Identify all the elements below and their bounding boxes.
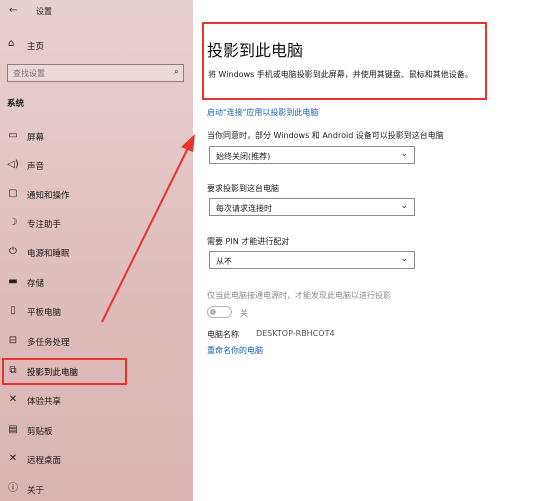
q3-dropdown[interactable]: 从不 ⌄ <box>209 251 415 269</box>
remote-icon: ✕ <box>8 453 18 464</box>
q1-value: 始终关闭(推荐) <box>216 152 271 161</box>
chevron-down-icon: ⌄ <box>400 149 408 159</box>
power-icon: ⏻ <box>9 246 17 257</box>
q1-label: 当你同意时，部分 Windows 和 Android 设备可以投影到这台电脑 <box>207 131 444 140</box>
sidebar-item-label: 屏幕 <box>27 133 45 143</box>
q2-label: 要求投影到这台电脑 <box>207 184 279 193</box>
sidebar-item-label: 存储 <box>27 279 45 289</box>
sidebar-item-power[interactable]: ⏻ 电源和睡眠 <box>0 241 193 265</box>
sidebar-item-sound[interactable]: ◁) 声音 <box>0 154 193 178</box>
search-box[interactable]: ⌕ <box>7 64 184 82</box>
sidebar-item-label: 关于 <box>27 486 45 496</box>
sidebar-item-label: 远程桌面 <box>27 456 62 466</box>
home-icon: ⌂ <box>8 38 15 49</box>
sidebar-item-display[interactable]: ▭ 屏幕 <box>0 125 193 149</box>
page-description: 将 Windows 手机或电脑投影到此屏幕，并使用其键盘、鼠标和其他设备。 <box>208 70 473 79</box>
sidebar: ← 设置 ⌂ 主页 ⌕ 系统 ▭ 屏幕 ◁) 声音 ▢ 通知和操作 ☽ 专注助手… <box>0 0 193 501</box>
app-title: 设置 <box>36 7 52 16</box>
chevron-down-icon: ⌄ <box>400 254 408 264</box>
pc-name-label: 电脑名称 <box>207 330 239 339</box>
main-content: 投影到此电脑 将 Windows 手机或电脑投影到此屏幕，并使用其键盘、鼠标和其… <box>193 0 554 501</box>
connect-app-link[interactable]: 启动"连接"应用以投影到此电脑 <box>207 107 318 118</box>
page-title: 投影到此电脑 <box>207 41 304 60</box>
notification-icon: ▢ <box>8 188 18 199</box>
q2-value: 每次请求连接时 <box>216 204 272 213</box>
q2-dropdown[interactable]: 每次请求连接时 ⌄ <box>209 198 415 216</box>
sidebar-item-about[interactable]: ⓘ 关于 <box>0 478 193 501</box>
home-label: 主页 <box>27 42 45 52</box>
q3-value: 从不 <box>216 257 232 266</box>
chevron-down-icon: ⌄ <box>400 201 408 211</box>
pc-name-value: DESKTOP-RBHCOT4 <box>256 329 335 338</box>
sidebar-item-clipboard[interactable]: ▤ 剪贴板 <box>0 419 193 443</box>
speaker-icon: ◁) <box>7 159 19 170</box>
monitor-icon: ▭ <box>8 130 18 141</box>
rename-pc-link[interactable]: 重命名你的电脑 <box>207 345 263 356</box>
sidebar-item-label: 电源和睡眠 <box>27 249 70 259</box>
power-requirement-label: 仅当此电脑接通电源时，才能发现此电脑以进行投影 <box>207 291 391 300</box>
section-heading: 系统 <box>7 99 25 109</box>
sidebar-item-focus-assist[interactable]: ☽ 专注助手 <box>0 212 193 236</box>
sidebar-item-label: 多任务处理 <box>27 338 70 348</box>
sidebar-item-label: 剪贴板 <box>27 427 53 437</box>
clipboard-icon: ▤ <box>8 424 18 435</box>
sidebar-item-notifications[interactable]: ▢ 通知和操作 <box>0 183 193 207</box>
sidebar-item-storage[interactable]: ▬ 存储 <box>0 271 193 295</box>
sidebar-item-label: 声音 <box>27 162 45 172</box>
multitask-icon: ⊟ <box>8 335 18 346</box>
q1-dropdown[interactable]: 始终关闭(推荐) ⌄ <box>209 146 415 164</box>
highlight-box-title <box>202 22 487 100</box>
back-arrow-icon[interactable]: ← <box>9 5 17 16</box>
highlight-box-nav <box>2 358 127 385</box>
toggle-knob <box>210 309 216 315</box>
share-icon: ✕ <box>8 394 18 405</box>
home-nav-item[interactable]: ⌂ 主页 <box>0 36 193 54</box>
sidebar-item-multitasking[interactable]: ⊟ 多任务处理 <box>0 330 193 354</box>
sidebar-item-remote-desktop[interactable]: ✕ 远程桌面 <box>0 448 193 472</box>
sidebar-item-label: 专注助手 <box>27 220 62 230</box>
search-input[interactable] <box>8 65 168 81</box>
sidebar-item-label: 通知和操作 <box>27 191 70 201</box>
sidebar-item-label: 体验共享 <box>27 397 62 407</box>
storage-icon: ▬ <box>8 276 18 287</box>
toggle-state-label: 关 <box>240 309 248 318</box>
sidebar-item-label: 平板电脑 <box>27 308 62 318</box>
q3-label: 需要 PIN 才能进行配对 <box>207 237 290 246</box>
info-icon: ⓘ <box>8 483 18 494</box>
power-requirement-toggle[interactable] <box>207 306 232 318</box>
tablet-icon: ▯ <box>10 305 16 316</box>
sidebar-item-shared-experiences[interactable]: ✕ 体验共享 <box>0 389 193 413</box>
moon-icon: ☽ <box>8 217 18 228</box>
search-icon[interactable]: ⌕ <box>174 67 179 77</box>
sidebar-item-tablet[interactable]: ▯ 平板电脑 <box>0 300 193 324</box>
title-bar: ← 设置 <box>0 0 193 22</box>
